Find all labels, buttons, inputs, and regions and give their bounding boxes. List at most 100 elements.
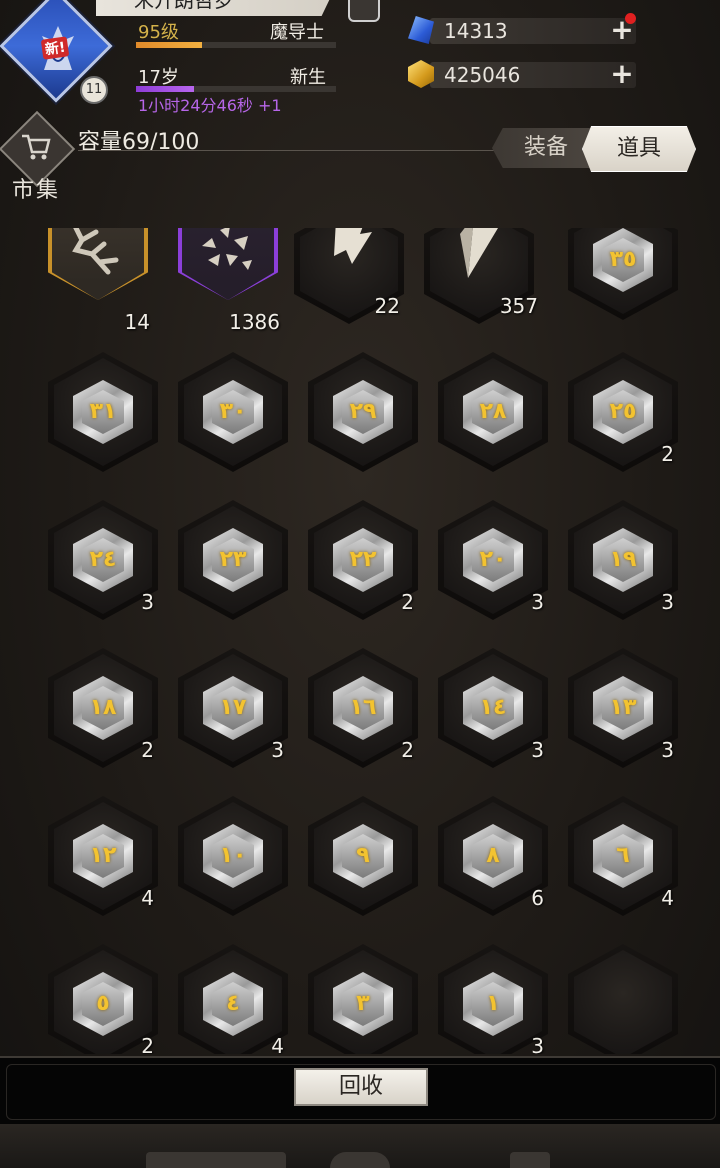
age-timer: 1小时24分46秒 +1: [138, 96, 282, 115]
inventory-slot[interactable]: ٢٣: [178, 500, 288, 620]
rune-glyph: ٢٣: [212, 538, 254, 582]
item-count: 3: [661, 590, 674, 614]
add-gold-button[interactable]: +: [610, 60, 634, 88]
inventory-slot[interactable]: ١٠: [178, 796, 288, 916]
rune-glyph: ١٨: [82, 686, 124, 730]
item-count: 4: [271, 1034, 284, 1054]
player-header: 新! 11 米开朗哲罗 95级 魔导士 17岁 新生 1小时24分46秒 +1 …: [0, 0, 720, 230]
shards-item-icon: [202, 228, 252, 270]
inventory-slot[interactable]: ١٤ 3: [438, 648, 548, 768]
rune-glyph: ١٤: [472, 686, 514, 730]
rune-glyph: ١٢: [82, 834, 124, 878]
gem-currency: 14313 +: [408, 13, 636, 46]
capacity-divider: [78, 150, 508, 151]
bottom-nav-tab[interactable]: [510, 1152, 550, 1168]
item-count: 1386: [229, 310, 280, 334]
rune-glyph: ٦: [602, 834, 644, 878]
inventory-slot[interactable]: ١٢ 4: [48, 796, 158, 916]
item-count: 14: [124, 310, 150, 334]
inventory-slot[interactable]: 1386: [162, 228, 280, 334]
inventory-slot[interactable]: ٣٥: [568, 228, 678, 320]
inventory-slot[interactable]: ٤4: [178, 944, 288, 1054]
inventory-slot[interactable]: ٢٢ 2: [308, 500, 418, 620]
rune-glyph: ١٧: [212, 686, 254, 730]
inventory-slot[interactable]: ٥2: [48, 944, 158, 1054]
inventory-slot[interactable]: ١3: [438, 944, 548, 1054]
item-count: 3: [531, 738, 544, 762]
inventory-slot[interactable]: ٢٥ 2: [568, 352, 678, 472]
player-class: 魔导士: [270, 22, 324, 43]
cart-icon: [22, 134, 51, 160]
rune-glyph: ٩: [342, 834, 384, 878]
capacity-label: 容量69/100: [78, 130, 200, 155]
inventory-slot[interactable]: ٣١: [48, 352, 158, 472]
item-count: 22: [374, 294, 400, 318]
rune-glyph: ٨: [472, 834, 514, 878]
tab-items[interactable]: 道具: [582, 126, 696, 172]
add-gems-button[interactable]: +: [610, 13, 636, 44]
bottom-nav-tab[interactable]: [330, 1152, 390, 1168]
market-button[interactable]: 市集: [0, 110, 76, 203]
player-name: 米开朗哲罗: [96, 0, 336, 16]
inventory-slot[interactable]: 14: [32, 228, 150, 334]
item-count: 2: [401, 738, 414, 762]
recycle-button[interactable]: 回收: [294, 1068, 428, 1106]
rune-glyph: ٢٥: [602, 390, 644, 434]
rune-glyph: ٤: [212, 982, 254, 1026]
edit-name-icon[interactable]: [348, 0, 380, 22]
rune-glyph: ٢٩: [342, 390, 384, 434]
inventory-slot[interactable]: ٣: [308, 944, 418, 1054]
inventory-slot[interactable]: ٢٤ 3: [48, 500, 158, 620]
rune-glyph: ٣٥: [602, 238, 644, 282]
inventory-slot[interactable]: ٢٩: [308, 352, 418, 472]
rune-glyph: ٢٨: [472, 390, 514, 434]
market-label: 市集: [12, 178, 61, 203]
rune-glyph: ٢٢: [342, 538, 384, 582]
level-progress-bar: [136, 42, 336, 48]
rune-glyph: ٣: [342, 982, 384, 1026]
rune-glyph: ٢٤: [82, 538, 124, 582]
inventory-slot[interactable]: ٩: [308, 796, 418, 916]
inventory-slot[interactable]: ١٧ 3: [178, 648, 288, 768]
inventory-slot[interactable]: 22: [294, 228, 404, 324]
item-count: 3: [141, 590, 154, 614]
item-count: 2: [141, 1034, 154, 1054]
item-count: 2: [141, 738, 154, 762]
inventory-slot[interactable]: ٣٠: [178, 352, 288, 472]
item-count: 6: [531, 886, 544, 910]
notification-dot-icon: [625, 13, 636, 24]
item-count: 3: [271, 738, 284, 762]
rune-glyph: ١٦: [342, 686, 384, 730]
rune-glyph: ١: [472, 982, 514, 1026]
bottom-nav-strip: [0, 1124, 720, 1168]
item-count: 4: [141, 886, 154, 910]
inventory-slot[interactable]: ١٩ 3: [568, 500, 678, 620]
inventory-slot[interactable]: ١٣ 3: [568, 648, 678, 768]
rune-glyph: ٣١: [82, 390, 124, 434]
inventory-slot[interactable]: ٢٨: [438, 352, 548, 472]
item-count: 3: [531, 1034, 544, 1054]
rune-glyph: ١٠: [212, 834, 254, 878]
inventory-slot[interactable]: ٨6: [438, 796, 548, 916]
item-count: 357: [499, 294, 538, 318]
level-progress-fill: [136, 42, 202, 48]
gold-currency: 425046 +: [408, 60, 636, 90]
inventory-slot[interactable]: ٢٠ 3: [438, 500, 548, 620]
antler-item-icon: [72, 228, 119, 275]
item-count: 4: [661, 886, 674, 910]
rune-glyph: ٣٠: [212, 390, 254, 434]
gem-amount: 14313: [444, 19, 508, 43]
item-count: 3: [531, 590, 544, 614]
crystal-item-icon: [460, 228, 498, 278]
empty-inventory-slot[interactable]: [568, 944, 678, 1054]
item-count: 3: [661, 738, 674, 762]
avatar-level-badge: 11: [80, 76, 108, 104]
inventory-slot[interactable]: ١٨ 2: [48, 648, 158, 768]
inventory-slot[interactable]: ١٦ 2: [308, 648, 418, 768]
rune-glyph: ٥: [82, 982, 124, 1026]
bottom-nav-tab[interactable]: [146, 1152, 286, 1168]
inventory-slot[interactable]: ٦4: [568, 796, 678, 916]
inventory-slot[interactable]: 357: [424, 228, 538, 324]
item-count: 2: [661, 442, 674, 466]
inventory-grid: 14 1386 22 357 ٣٥ ٣١ ٣٠ ٢٩ ٢٨ ٢٥ 2 ٢٤ 3 ٢٣ ٢٢ 2 ٢٠ 3 ١…: [32, 228, 692, 1054]
